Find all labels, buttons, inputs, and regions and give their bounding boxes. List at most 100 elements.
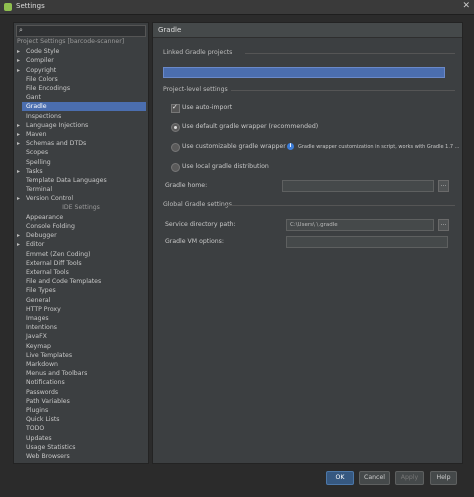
sidebar-item-label: External Tools: [26, 269, 69, 276]
expand-arrow-icon[interactable]: ▸: [17, 231, 20, 240]
panel-title: Gradle: [158, 26, 182, 34]
search-icon: ⌕: [19, 26, 23, 34]
sidebar-item-quick-lists[interactable]: Quick Lists: [14, 415, 148, 424]
wrapper-note: Gradle wrapper customization in script, …: [298, 144, 460, 150]
sidebar-item-gant[interactable]: Gant: [14, 93, 148, 102]
expand-arrow-icon[interactable]: ▸: [17, 121, 20, 130]
sidebar-item-label: Path Variables: [26, 397, 70, 405]
default-wrapper-radio[interactable]: [171, 123, 180, 132]
sidebar-item-label: Language Injections: [26, 121, 89, 129]
sidebar-item-label: Updates: [26, 434, 52, 442]
sidebar-item-terminal[interactable]: Terminal: [14, 185, 148, 194]
sidebar-item-images[interactable]: Images: [14, 314, 148, 323]
sidebar-item-gradle[interactable]: Gradle: [22, 102, 146, 112]
apply-button[interactable]: Apply: [395, 471, 424, 485]
sidebar-item-code-style[interactable]: ▸ Code Style: [14, 47, 148, 56]
service-dir-label: Service directory path:: [165, 221, 236, 228]
local-distribution-radio[interactable]: [171, 163, 180, 172]
sidebar-item-label: Tasks: [26, 167, 43, 175]
close-icon[interactable]: ✕: [462, 1, 470, 11]
auto-import-label: Use auto-import: [182, 104, 233, 111]
cancel-button[interactable]: Cancel: [359, 471, 390, 485]
gradle-home-browse-button[interactable]: ...: [438, 180, 449, 192]
sidebar-item-live-templates[interactable]: Live Templates: [14, 351, 148, 360]
sidebar-item-spelling[interactable]: Spelling: [14, 158, 148, 167]
sidebar-item-label: Live Templates: [26, 351, 73, 359]
help-button[interactable]: Help: [430, 471, 457, 485]
sidebar-item-label: Emmet (Zen Coding): [26, 250, 91, 258]
search-input[interactable]: ⌕: [16, 25, 146, 37]
sidebar-item-appearance[interactable]: Appearance: [14, 213, 148, 222]
sidebar-item-label: Menus and Toolbars: [26, 370, 88, 378]
sidebar-item-keymap[interactable]: Keymap: [14, 342, 148, 351]
sidebar-item-markdown[interactable]: Markdown: [14, 360, 148, 369]
sidebar-item-scopes[interactable]: Scopes: [14, 148, 148, 157]
sidebar-item-console-folding[interactable]: Console Folding: [14, 222, 148, 231]
sidebar-item-notifications[interactable]: Notifications: [14, 378, 148, 387]
sidebar-item-label: TODO: [26, 425, 45, 433]
sidebar-item-template-data-languages[interactable]: Template Data Languages: [14, 176, 148, 185]
sidebar-item-general[interactable]: General: [14, 296, 148, 305]
sidebar-item-file-types[interactable]: File Types: [14, 286, 148, 295]
sidebar-item-compiler[interactable]: ▸ Compiler: [14, 56, 148, 65]
title-bar: Settings ✕: [0, 0, 474, 15]
sidebar-item-label: Editor: [26, 241, 45, 249]
sidebar-item-label: Compiler: [26, 57, 54, 65]
sidebar-item-tasks[interactable]: ▸ Tasks: [14, 167, 148, 176]
expand-arrow-icon[interactable]: ▸: [17, 47, 20, 56]
sidebar-item-external-diff-tools[interactable]: External Diff Tools: [14, 259, 148, 268]
sidebar-item-editor[interactable]: ▸ Editor: [14, 240, 148, 249]
vm-options-field[interactable]: [286, 236, 448, 248]
custom-wrapper-radio[interactable]: [171, 143, 180, 152]
gradle-home-field[interactable]: [282, 180, 434, 192]
sidebar-item-label: Markdown: [26, 361, 58, 368]
expand-arrow-icon[interactable]: ▸: [17, 139, 20, 148]
sidebar-item-inspections[interactable]: Inspections: [14, 112, 148, 121]
service-dir-browse-button[interactable]: ...: [438, 219, 449, 231]
expand-arrow-icon[interactable]: ▸: [17, 66, 20, 75]
divider: [245, 53, 455, 54]
auto-import-checkbox[interactable]: [171, 103, 180, 113]
sidebar-item-label: Gradle: [26, 103, 47, 111]
service-dir-field[interactable]: C:\Users\ \.gradle: [286, 219, 434, 231]
sidebar-item-updates[interactable]: Updates: [14, 434, 148, 443]
sidebar-item-external-tools[interactable]: External Tools: [14, 268, 148, 277]
sidebar-item-debugger[interactable]: ▸ Debugger: [14, 231, 148, 240]
divider: [225, 205, 455, 206]
expand-arrow-icon[interactable]: ▸: [17, 130, 20, 139]
expand-arrow-icon[interactable]: ▸: [17, 194, 20, 203]
sidebar-item-path-variables[interactable]: Path Variables: [14, 397, 148, 406]
linked-projects-title: Linked Gradle projects: [163, 49, 233, 56]
sidebar-item-label: Template Data Languages: [26, 177, 107, 184]
local-distribution-label: Use local gradle distribution: [182, 163, 269, 170]
service-dir-value: C:\Users\ \.gradle: [290, 222, 338, 228]
sidebar-item-plugins[interactable]: Plugins: [14, 406, 148, 415]
sidebar-item-label: Appearance: [26, 213, 64, 221]
sidebar-item-passwords[interactable]: Passwords: [14, 388, 148, 397]
sidebar-item-intentions[interactable]: Intentions: [14, 323, 148, 332]
sidebar-item-file-encodings[interactable]: File Encodings: [14, 84, 148, 93]
sidebar-item-label: Quick Lists: [26, 416, 60, 424]
sidebar-item-label: Images: [26, 315, 49, 322]
sidebar-item-todo[interactable]: TODO: [14, 424, 148, 433]
expand-arrow-icon[interactable]: ▸: [17, 167, 20, 176]
sidebar-item-menus-and-toolbars[interactable]: Menus and Toolbars: [14, 369, 148, 378]
sidebar-item-javafx[interactable]: JavaFX: [14, 332, 148, 341]
expand-arrow-icon[interactable]: ▸: [17, 240, 20, 249]
linked-project-row[interactable]: [163, 67, 445, 78]
sidebar-item-file-colors[interactable]: File Colors: [14, 75, 148, 84]
sidebar-item-language-injections[interactable]: ▸ Language Injections: [14, 121, 148, 130]
sidebar-item-version-control[interactable]: ▸ Version Control: [14, 194, 148, 203]
ok-button[interactable]: OK: [326, 471, 354, 485]
vm-options-label: Gradle VM options:: [165, 238, 224, 245]
sidebar-item-schemas-and-dtds[interactable]: ▸ Schemas and DTDs: [14, 139, 148, 148]
sidebar-item-usage-statistics[interactable]: Usage Statistics: [14, 443, 148, 452]
sidebar-item-file-and-code-templates[interactable]: File and Code Templates: [14, 277, 148, 286]
expand-arrow-icon[interactable]: ▸: [17, 56, 20, 65]
sidebar-item-http-proxy[interactable]: HTTP Proxy: [14, 305, 148, 314]
info-icon: i: [287, 143, 294, 150]
sidebar-item-copyright[interactable]: ▸ Copyright: [14, 66, 148, 75]
sidebar-item-maven[interactable]: ▸ Maven: [14, 130, 148, 139]
sidebar-item-web-browsers[interactable]: Web Browsers: [14, 452, 148, 461]
sidebar-item-emmet-zen-coding[interactable]: Emmet (Zen Coding): [14, 250, 148, 259]
